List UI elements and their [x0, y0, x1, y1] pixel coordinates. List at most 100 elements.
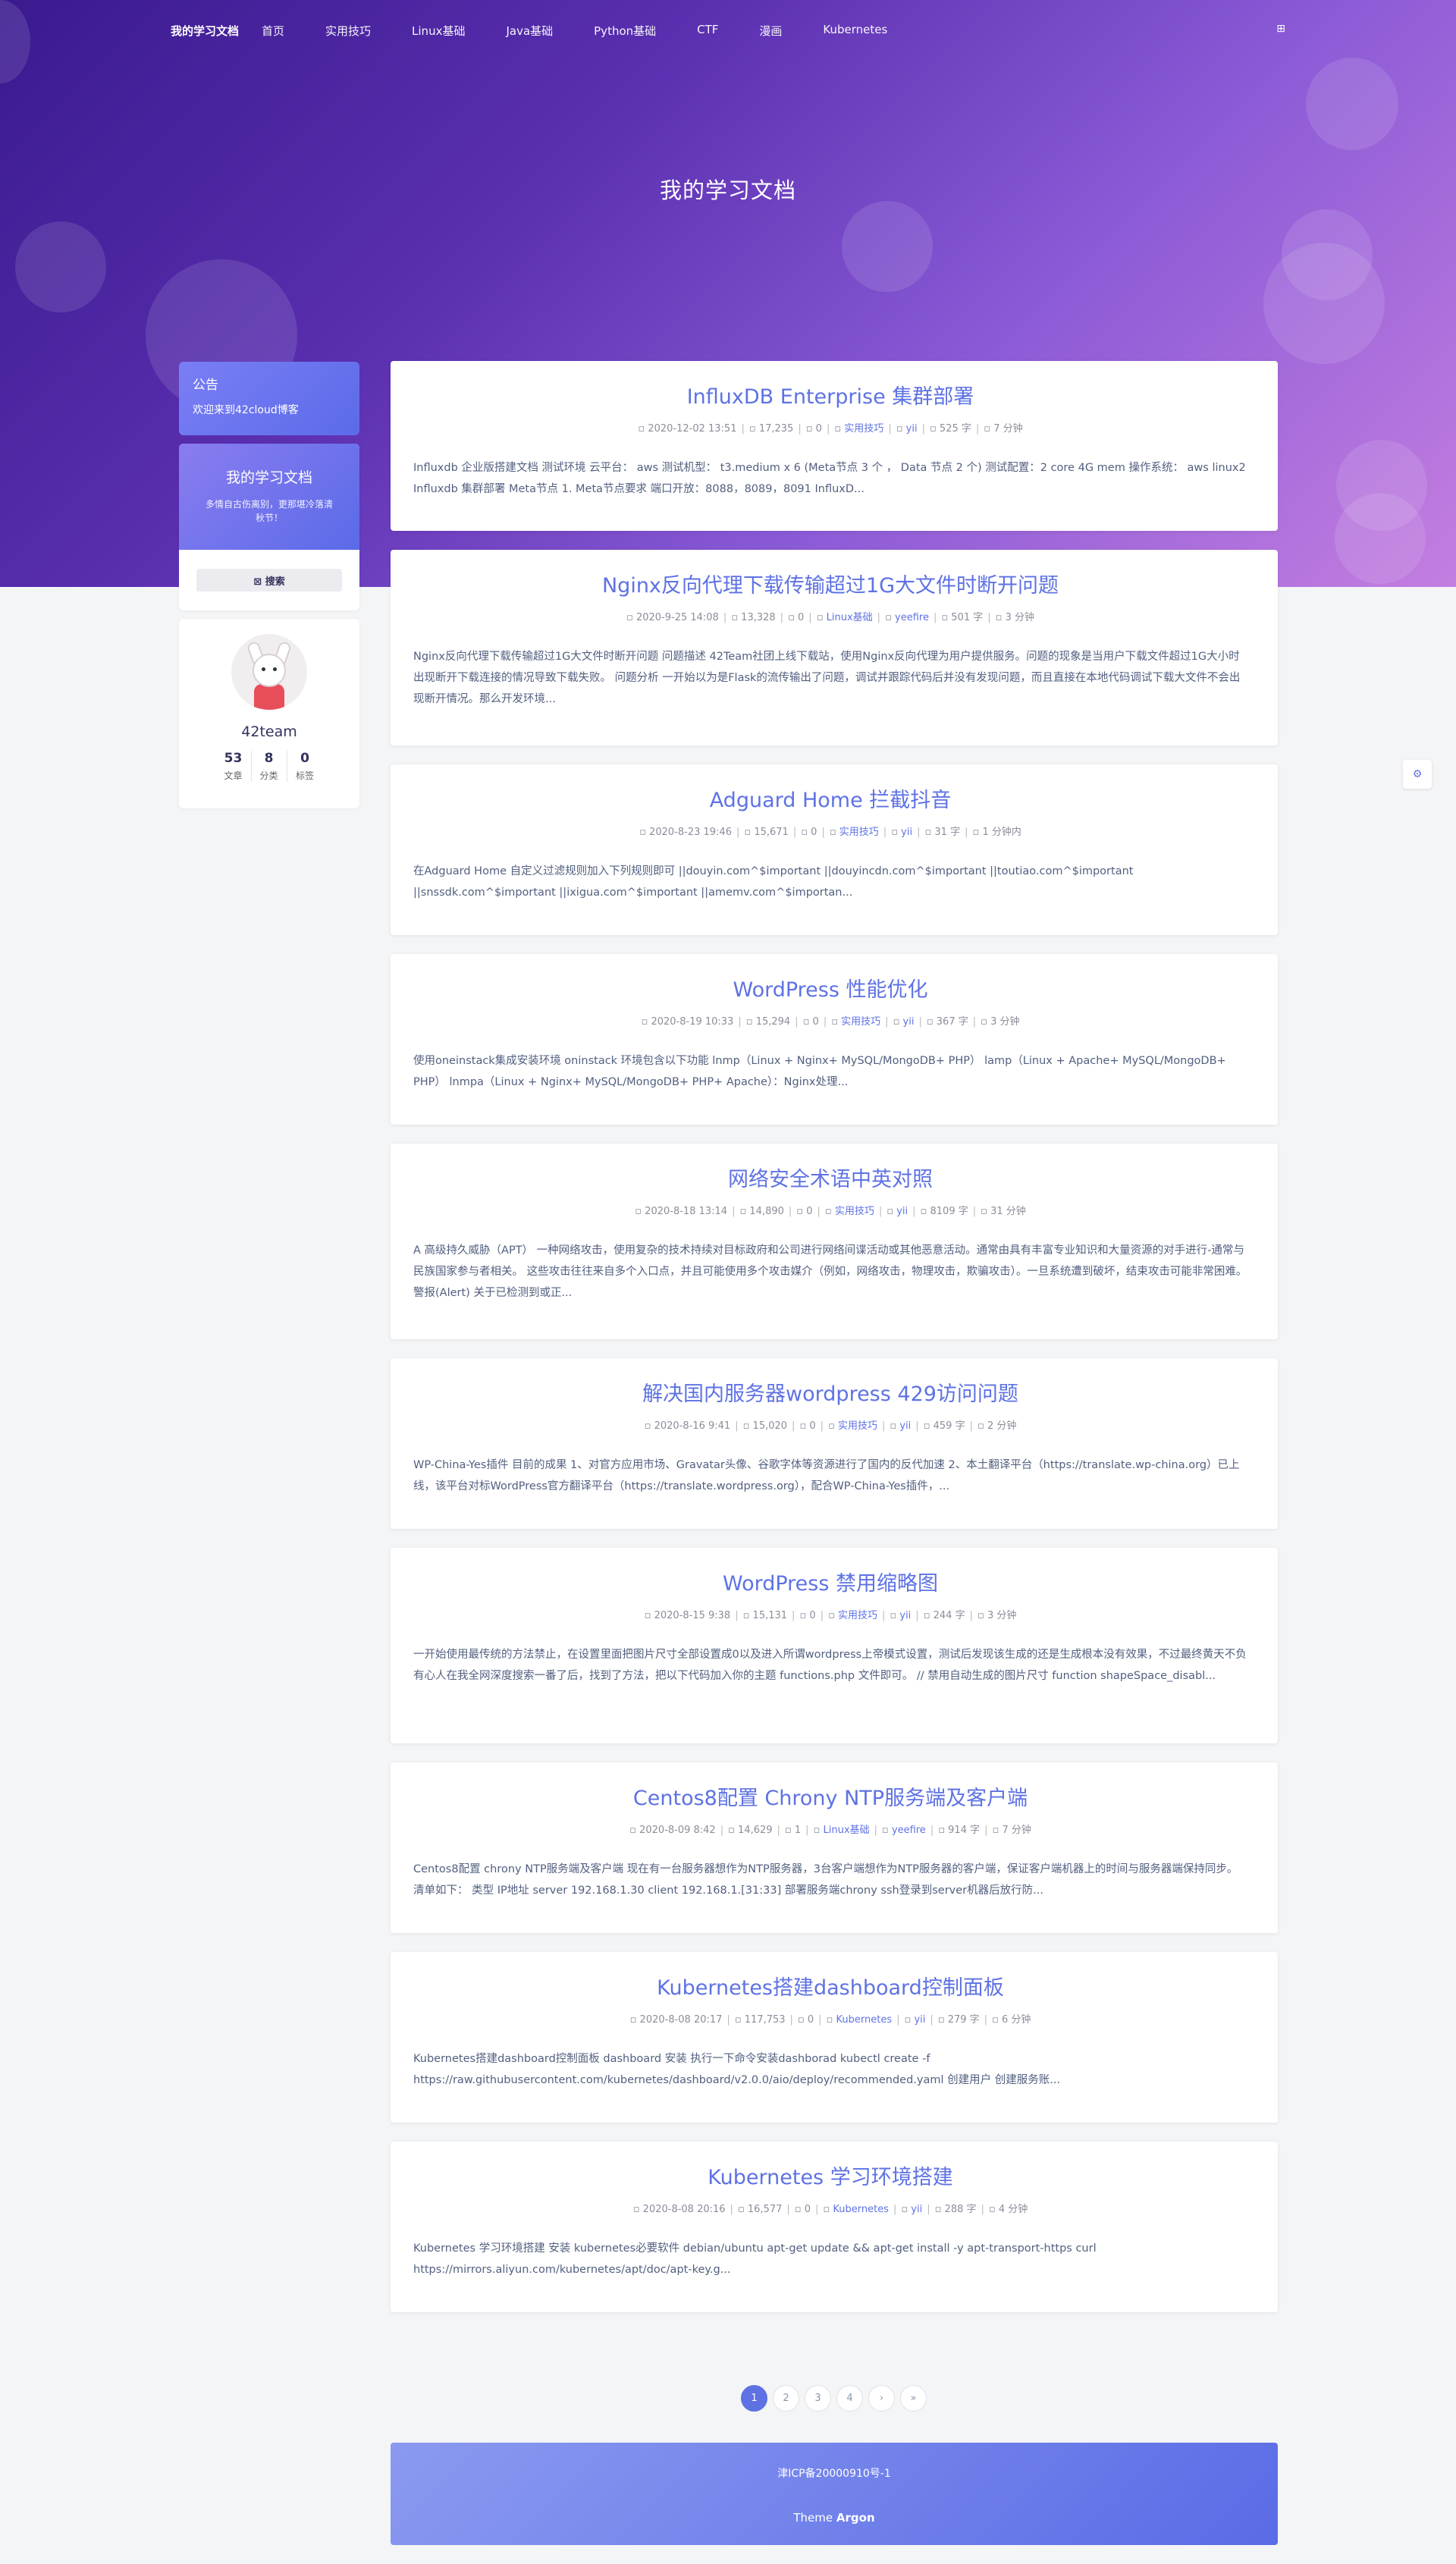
- folder-icon: ▫: [813, 1825, 824, 1836]
- post-category[interactable]: 实用技巧: [839, 827, 879, 838]
- nav-link-home[interactable]: 首页: [262, 23, 284, 39]
- avatar[interactable]: [231, 634, 307, 710]
- comment-icon: ▫: [794, 2204, 805, 2215]
- nav-link-java[interactable]: Java基础: [506, 23, 553, 39]
- post-title[interactable]: Nginx反向代理下载传输超过1G大文件时断开问题: [413, 573, 1247, 600]
- eye-icon: ▫: [744, 827, 755, 838]
- post-date: 2020-8-08 20:16: [642, 2204, 726, 2215]
- post-card[interactable]: Nginx反向代理下载传输超过1G大文件时断开问题 ▫ 2020-9-25 14:…: [391, 550, 1278, 745]
- folder-icon: ▫: [826, 2014, 836, 2026]
- post-readtime: 3 分钟: [987, 1610, 1017, 1621]
- page-button-3[interactable]: 3: [805, 2385, 831, 2412]
- post-excerpt: Influxdb 企业版搭建文档 测试环境 云平台： aws 测试机型： t3.…: [413, 462, 1246, 495]
- post-card[interactable]: 解决国内服务器wordpress 429访问问题 ▫ 2020-8-16 9:41…: [391, 1358, 1278, 1529]
- post-author[interactable]: yii: [899, 1420, 911, 1432]
- post-title[interactable]: 网络安全术语中英对照: [413, 1166, 1247, 1194]
- calendar-icon: ▫: [644, 1610, 654, 1621]
- folder-icon: ▫: [831, 1016, 842, 1028]
- post-title[interactable]: WordPress 性能优化: [413, 977, 1247, 1004]
- folder-icon: ▫: [829, 827, 839, 838]
- post-category[interactable]: Kubernetes: [836, 2014, 893, 2026]
- next-page-button[interactable]: ›: [868, 2385, 895, 2412]
- post-card[interactable]: WordPress 禁用缩略图 ▫ 2020-8-15 9:38 | ▫ 15,131…: [391, 1548, 1278, 1743]
- post-card[interactable]: Kubernetes搭建dashboard控制面板 ▫ 2020-8-08 20:…: [391, 1952, 1278, 2123]
- post-card[interactable]: 网络安全术语中英对照 ▫ 2020-8-18 13:14 | ▫ 14,890 | ▫ 0…: [391, 1144, 1278, 1339]
- nav-link-linux[interactable]: Linux基础: [412, 23, 465, 39]
- post-category[interactable]: 实用技巧: [844, 423, 883, 435]
- post-category[interactable]: 实用技巧: [838, 1610, 877, 1621]
- file-icon: ▫: [938, 1825, 949, 1836]
- post-author[interactable]: yii: [899, 1610, 911, 1621]
- post-author[interactable]: yeefire: [892, 1825, 926, 1836]
- post-category[interactable]: 实用技巧: [835, 1206, 874, 1217]
- nav-link-kubernetes[interactable]: Kubernetes: [823, 23, 887, 39]
- post-author[interactable]: yii: [903, 1016, 915, 1028]
- stat-value: 8: [264, 751, 274, 766]
- nav-link-tips[interactable]: 实用技巧: [325, 23, 371, 39]
- post-title[interactable]: Kubernetes搭建dashboard控制面板: [413, 1975, 1247, 2002]
- post-title[interactable]: 解决国内服务器wordpress 429访问问题: [413, 1381, 1247, 1408]
- post-views: 16,577: [747, 2204, 783, 2215]
- site-info-card: 我的学习文档 多情自古伤离别，更那堪冷落清秋节！ ⊠ 搜索: [179, 444, 359, 610]
- site-footer: 津ICP备20000910号-1 Theme Argon: [391, 2443, 1278, 2545]
- post-category[interactable]: Linux基础: [827, 612, 873, 623]
- post-title[interactable]: InfluxDB Enterprise 集群部署: [413, 384, 1247, 411]
- comment-icon: ▫: [801, 827, 811, 838]
- folder-icon: ▫: [824, 1206, 835, 1217]
- clock-icon: ▫: [977, 1610, 987, 1621]
- page-button-4[interactable]: 4: [836, 2385, 863, 2412]
- post-author[interactable]: yii: [914, 2014, 925, 2026]
- search-button[interactable]: ⊠ 搜索: [196, 569, 342, 592]
- post-category[interactable]: 实用技巧: [838, 1420, 877, 1432]
- theme-prefix: Theme: [793, 2511, 836, 2525]
- file-icon: ▫: [924, 827, 935, 838]
- file-icon: ▫: [929, 423, 940, 435]
- post-title[interactable]: Adguard Home 拦截抖音: [413, 787, 1247, 814]
- comment-icon: ▫: [788, 612, 799, 623]
- post-category[interactable]: 实用技巧: [841, 1016, 880, 1028]
- announcement-title: 公告: [193, 378, 218, 393]
- nav-link-python[interactable]: Python基础: [594, 23, 656, 39]
- stat-categories[interactable]: 8 分类: [252, 751, 287, 782]
- post-meta: ▫ 2020-8-16 9:41 | ▫ 15,020 | ▫ 0 | ▫ 实用技巧 | ▫ y…: [644, 1420, 1017, 1432]
- announcement-card: 公告 欢迎来到42cloud博客: [179, 362, 359, 435]
- nav-link-comic[interactable]: 漫画: [759, 23, 782, 39]
- file-icon: ▫: [934, 2204, 945, 2215]
- nav-link-ctf[interactable]: CTF: [697, 23, 718, 39]
- folder-icon: ▫: [828, 1420, 839, 1432]
- post-card[interactable]: InfluxDB Enterprise 集群部署 ▫ 2020-12-02 13:…: [391, 361, 1278, 531]
- page-button-1[interactable]: 1: [741, 2385, 767, 2412]
- post-author[interactable]: yii: [911, 2204, 922, 2215]
- icp-license[interactable]: 津ICP备20000910号-1: [391, 2443, 1278, 2481]
- site-brand[interactable]: 我的学习文档: [171, 23, 239, 39]
- post-card[interactable]: WordPress 性能优化 ▫ 2020-8-19 10:33 | ▫ 15,294…: [391, 954, 1278, 1125]
- nav-menu-icon[interactable]: ⊞: [1276, 23, 1285, 35]
- calendar-icon: ▫: [635, 1206, 645, 1217]
- post-title[interactable]: Kubernetes 学习环境搭建: [413, 2164, 1247, 2192]
- post-author[interactable]: yii: [901, 827, 912, 838]
- settings-float-icon[interactable]: ⚙: [1403, 760, 1432, 789]
- post-title[interactable]: Centos8配置 Chrony NTP服务端及客户端: [413, 1785, 1247, 1812]
- file-icon: ▫: [923, 1610, 934, 1621]
- post-card[interactable]: Adguard Home 拦截抖音 ▫ 2020-8-23 19:46 | ▫ 15,…: [391, 764, 1278, 935]
- post-category[interactable]: Kubernetes: [833, 2204, 889, 2215]
- post-card[interactable]: Centos8配置 Chrony NTP服务端及客户端 ▫ 2020-8-09 8…: [391, 1762, 1278, 1933]
- page-button-2[interactable]: 2: [773, 2385, 799, 2412]
- hero-title: 我的学习文档: [659, 177, 796, 203]
- post-card[interactable]: Kubernetes 学习环境搭建 ▫ 2020-8-08 20:16 | ▫ 16,…: [391, 2142, 1278, 2312]
- post-author[interactable]: yii: [906, 423, 918, 435]
- eye-icon: ▫: [745, 1016, 756, 1028]
- site-info-title: 我的学习文档: [225, 469, 312, 486]
- stat-tags[interactable]: 0 标签: [287, 751, 323, 782]
- post-title[interactable]: WordPress 禁用缩略图: [413, 1571, 1247, 1598]
- stat-articles[interactable]: 53 文章: [216, 751, 252, 782]
- post-comments: 0: [809, 1610, 816, 1621]
- post-meta: ▫ 2020-8-08 20:16 | ▫ 16,577 | ▫ 0 | ▫ Kuberne…: [632, 2204, 1028, 2215]
- last-page-button[interactable]: »: [900, 2385, 927, 2412]
- theme-name-link[interactable]: Argon: [836, 2511, 875, 2525]
- post-author[interactable]: yii: [896, 1206, 908, 1217]
- avatar-eye: [273, 667, 277, 671]
- post-category[interactable]: Linux基础: [824, 1825, 870, 1836]
- comment-icon: ▫: [802, 1016, 813, 1028]
- post-author[interactable]: yeefire: [895, 612, 929, 623]
